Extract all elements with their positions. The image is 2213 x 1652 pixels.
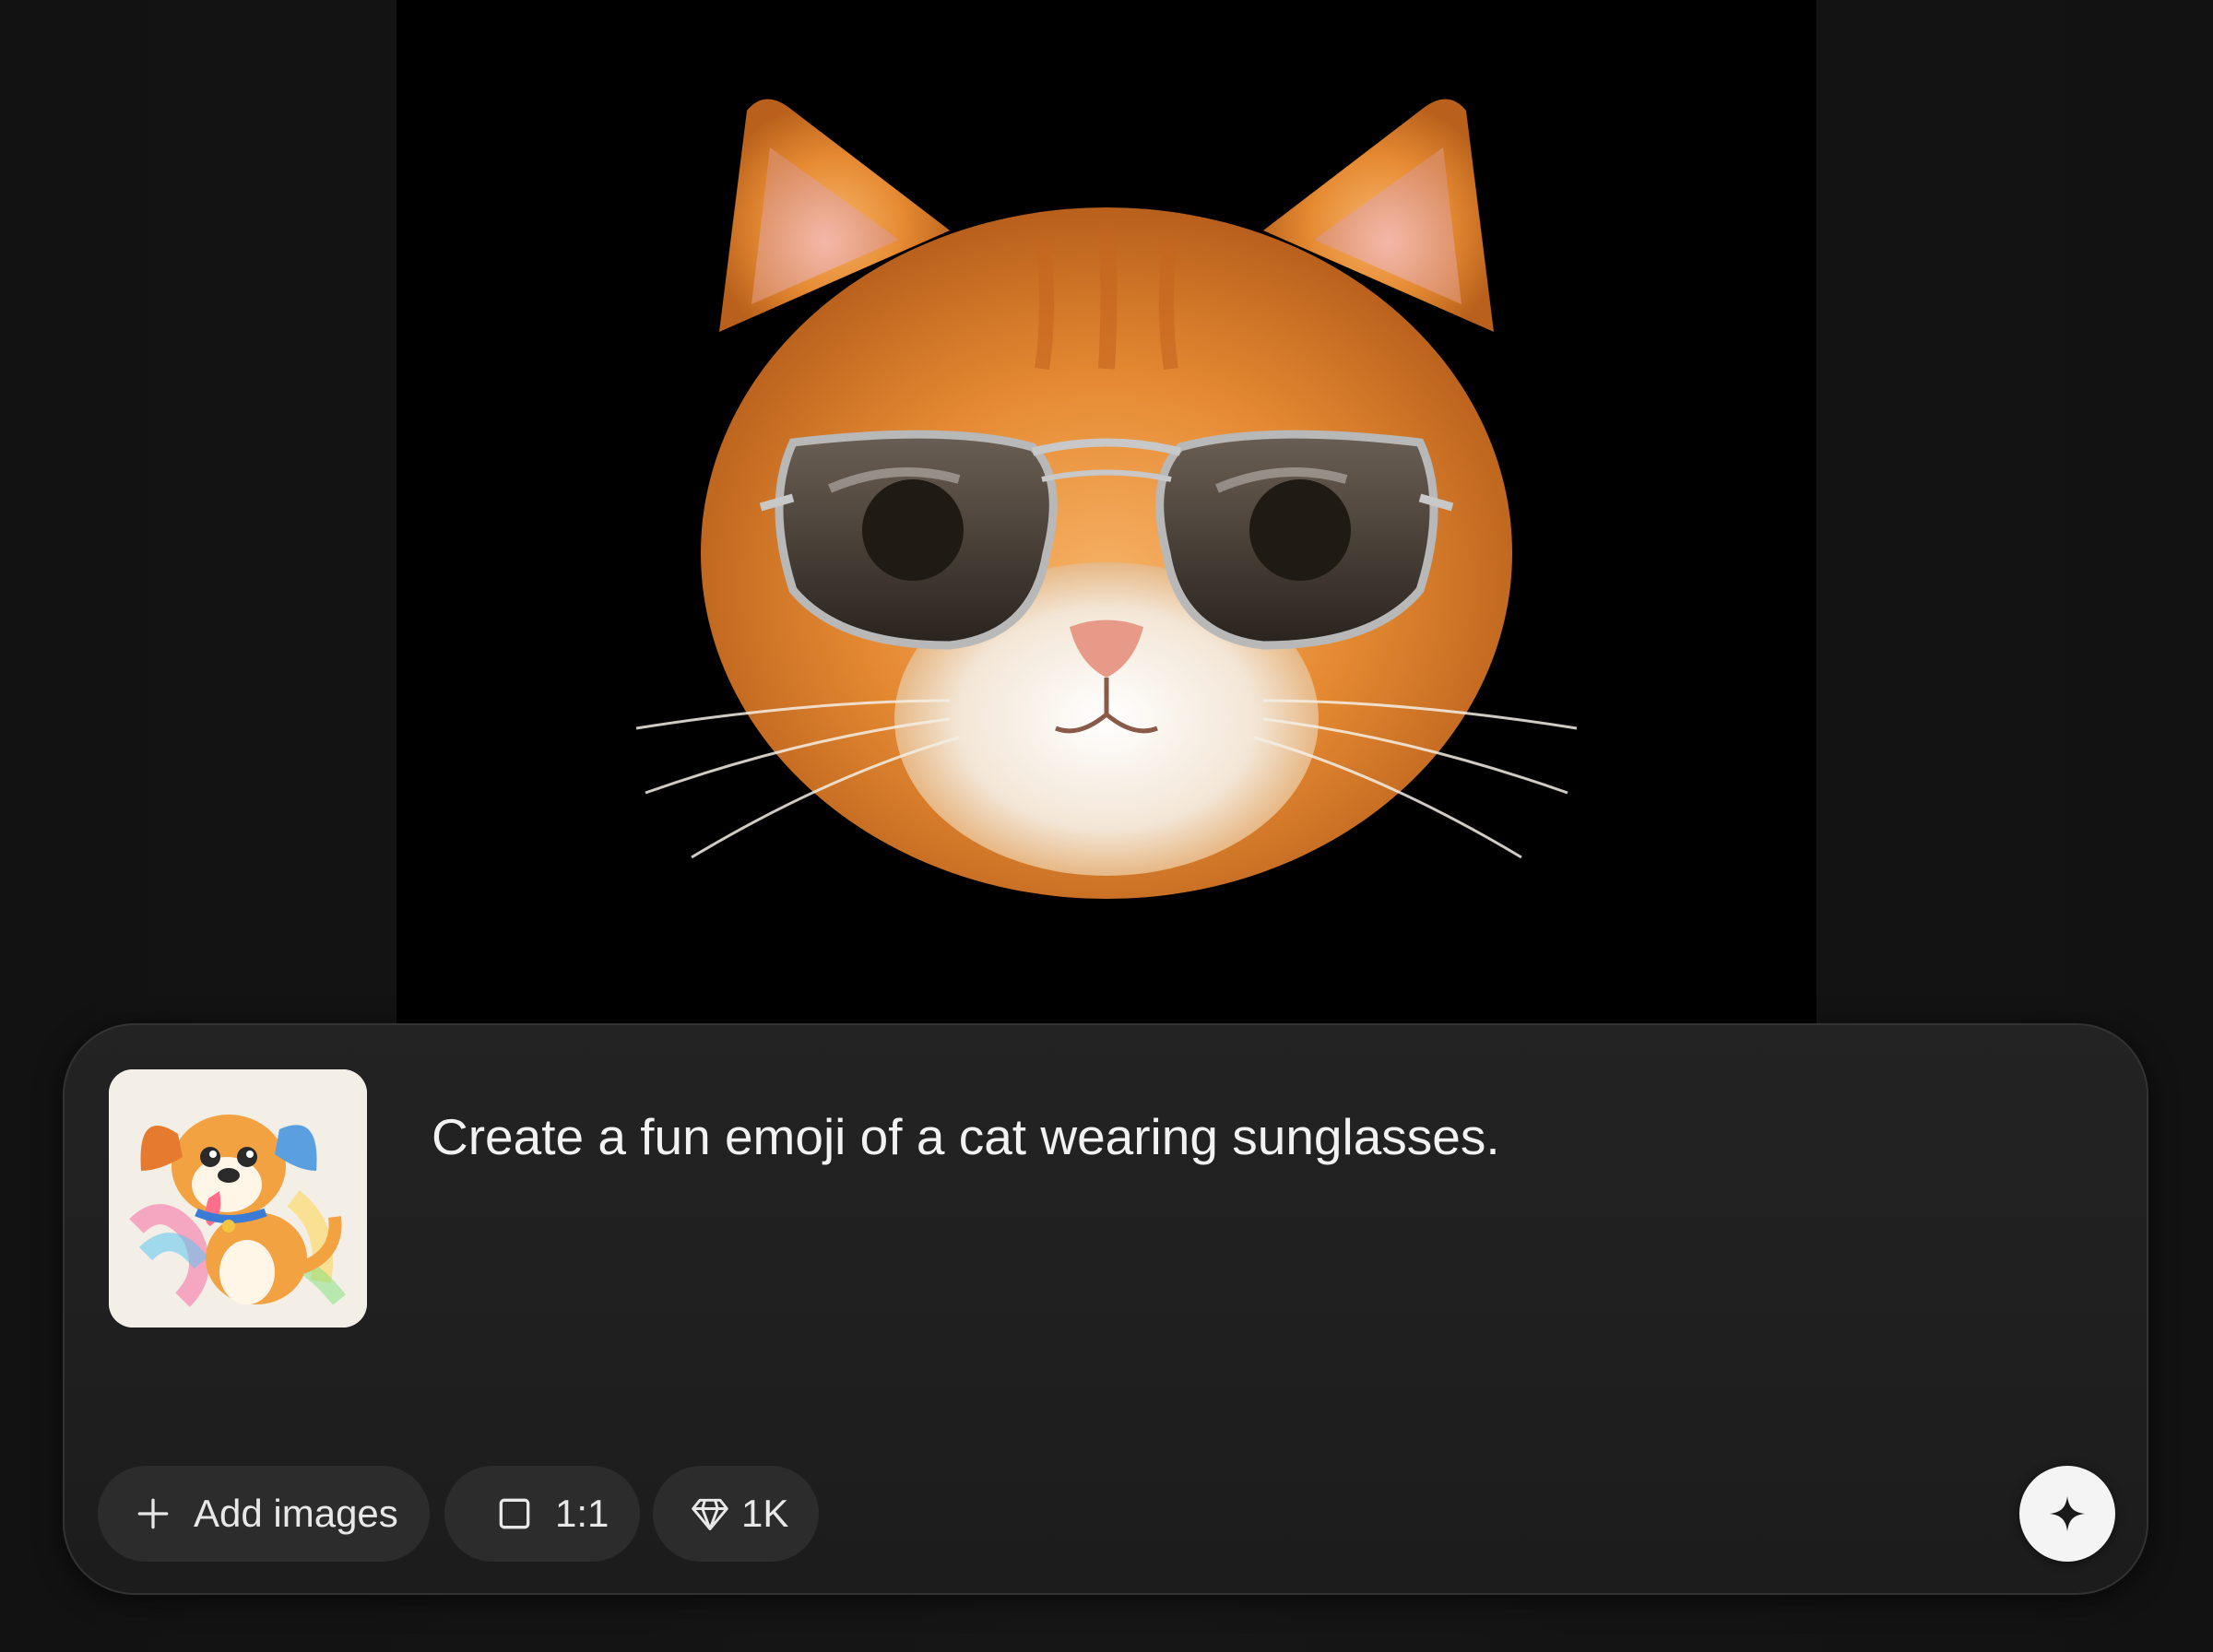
quality-button[interactable]: 1K <box>653 1466 819 1562</box>
cat-with-sunglasses-image <box>396 0 1817 1025</box>
reference-image-thumbnail[interactable] <box>109 1069 367 1328</box>
sparkle-icon <box>2049 1495 2086 1532</box>
generated-image[interactable] <box>396 0 1817 1025</box>
prompt-composer: Create a fun emoji of a cat wearing sung… <box>63 1023 2148 1595</box>
aspect-ratio-button[interactable]: 1:1 <box>444 1466 640 1562</box>
cartoon-dog-image <box>109 1069 367 1328</box>
image-generator-app: Create a fun emoji of a cat wearing sung… <box>0 0 2213 1652</box>
diamond-icon <box>690 1493 730 1534</box>
aspect-ratio-label: 1:1 <box>555 1492 609 1535</box>
add-images-button[interactable]: Add images <box>98 1466 430 1562</box>
plus-icon <box>133 1493 173 1534</box>
quality-label: 1K <box>741 1492 789 1535</box>
square-icon <box>494 1493 535 1534</box>
generate-button[interactable] <box>2019 1466 2115 1562</box>
prompt-input[interactable]: Create a fun emoji of a cat wearing sung… <box>432 1106 1999 1167</box>
add-images-label: Add images <box>194 1492 398 1535</box>
